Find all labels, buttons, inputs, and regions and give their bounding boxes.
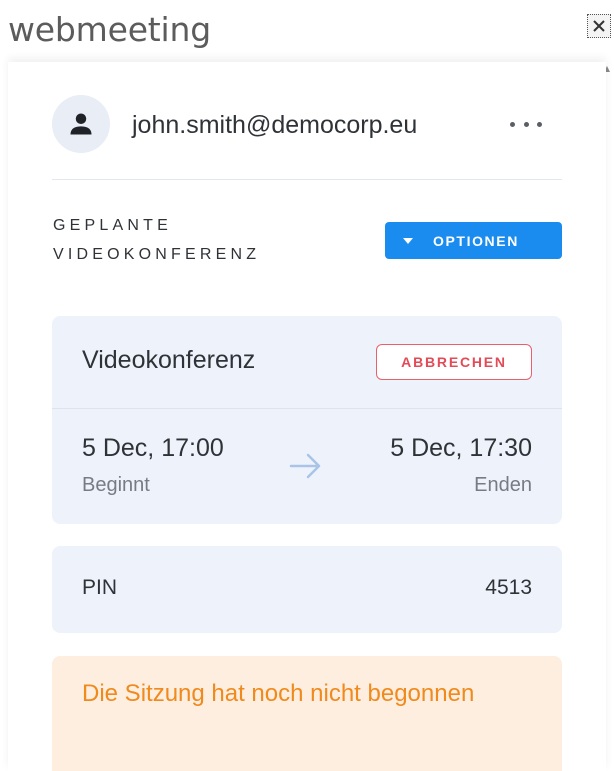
user-email: john.smith@democorp.eu <box>132 111 418 139</box>
conference-card-header: Videokonferenz ABBRECHEN <box>52 316 562 409</box>
person-icon <box>70 113 92 135</box>
close-icon <box>593 20 605 32</box>
arrow-right-icon <box>289 453 321 479</box>
cancel-button[interactable]: ABBRECHEN <box>376 344 532 380</box>
conference-card: Videokonferenz ABBRECHEN 5 Dec, 17:00 Be… <box>52 316 562 524</box>
conference-title: Videokonferenz <box>82 346 256 374</box>
options-button-label: OPTIONEN <box>433 232 519 249</box>
divider <box>52 179 562 180</box>
status-message: Die Sitzung hat noch nicht begonnen <box>82 680 475 707</box>
pin-value: 4513 <box>485 576 532 599</box>
section-title: GEPLANTE VIDEOKONFERENZ <box>53 211 260 269</box>
caret-down-icon <box>403 237 413 244</box>
user-row: john.smith@democorp.eu <box>52 95 562 155</box>
section-title-line1: GEPLANTE <box>53 217 172 234</box>
pin-card: PIN 4513 <box>52 546 562 633</box>
section-title-line2: VIDEOKONFERENZ <box>53 246 261 263</box>
start-label: Beginnt <box>82 474 150 496</box>
end-label: Enden <box>474 474 532 496</box>
more-horizontal-icon <box>537 121 542 127</box>
start-time: 5 Dec, 17:00 <box>82 434 224 462</box>
title-bar: webmeeting <box>0 0 614 60</box>
close-button[interactable] <box>587 14 611 38</box>
more-options-button[interactable] <box>510 113 542 135</box>
meeting-panel: john.smith@democorp.eu GEPLANTE VIDEOKON… <box>8 62 606 771</box>
more-horizontal-icon <box>510 121 515 127</box>
pin-label: PIN <box>82 576 118 599</box>
more-horizontal-icon <box>523 121 529 127</box>
end-time: 5 Dec, 17:30 <box>390 434 532 462</box>
app-title: webmeeting <box>8 10 211 49</box>
options-button[interactable]: OPTIONEN <box>385 222 562 259</box>
avatar[interactable] <box>52 95 110 153</box>
status-banner: Die Sitzung hat noch nicht begonnen <box>52 656 562 771</box>
